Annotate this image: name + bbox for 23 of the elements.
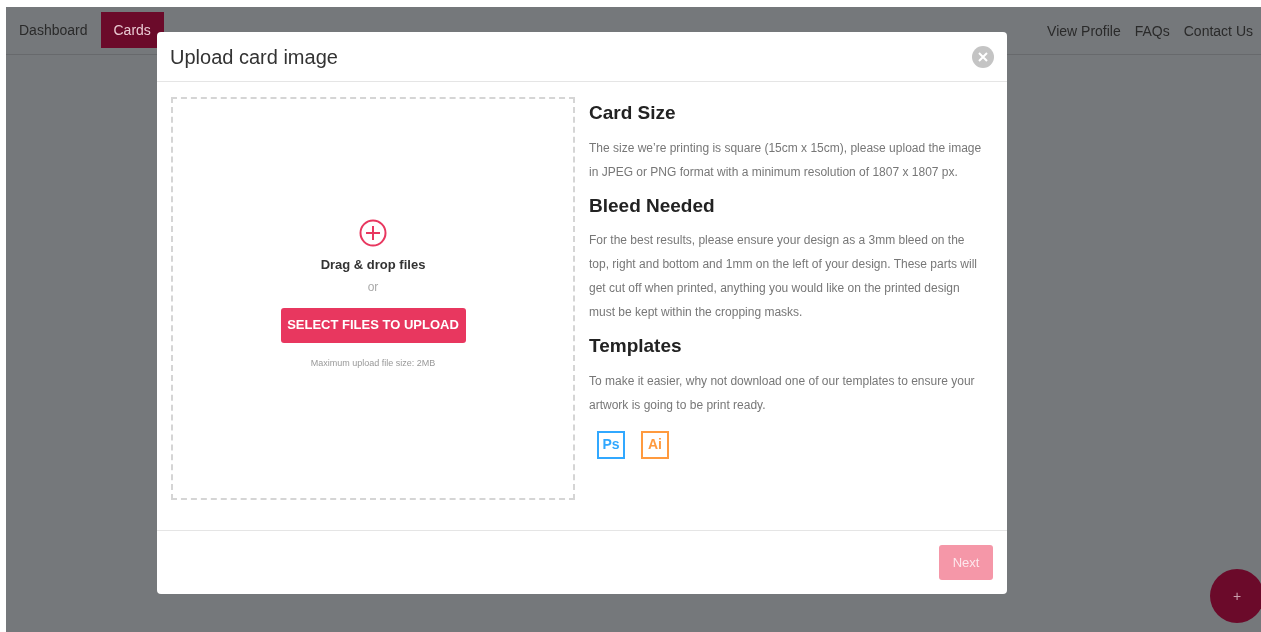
nav-tab[interactable]: Cards [100,12,164,48]
drop-zone[interactable]: Drag & drop files or SELECT FILES TO UPLOAD Maximum upload file size: 2MB [171,97,575,500]
section-heading: Bleed Needed [589,193,716,218]
upload-size-note: Maximum upload file size: 2MB [310,356,436,370]
nav-tab[interactable]: Dashboard [6,12,101,48]
section-heading: Card Size [589,101,677,125]
or-text: or [367,278,379,296]
section-text: The size we’re printing is square (15cm x 15cm), please upload the image in JPEG or PNG format with a minimum resolution of 1807 x 1807 px. [589,139,983,181]
nav-link[interactable]: Contact Us [1183,21,1253,42]
add-fab[interactable]: + [1210,569,1261,623]
nav-link[interactable]: View Profile [1047,21,1121,42]
drop-title: Drag & drop files [320,256,426,274]
section-text: For the best results, please ensure your design as a 3mm bleed on the top, right and bottom and 1mm on the left of your design. These parts will get cut off when printed, anything you would like on the printed design must be kept within the cropping masks. [589,232,978,321]
template-file-link[interactable]: Ai [641,430,669,459]
template-file-link[interactable]: Ps [597,430,625,459]
close-button[interactable] [972,45,994,68]
section-heading: Templates [589,334,683,358]
close-icon [978,51,988,62]
plus-circle-icon [359,219,387,247]
dialog-title: Upload card image [170,44,338,70]
nav-link[interactable]: FAQs [1134,21,1170,42]
section-text: To make it easier, why not download one of our templates to ensure your artwork is going to be print ready. [589,372,976,414]
select-files-button[interactable]: SELECT FILES TO UPLOAD [280,307,466,343]
